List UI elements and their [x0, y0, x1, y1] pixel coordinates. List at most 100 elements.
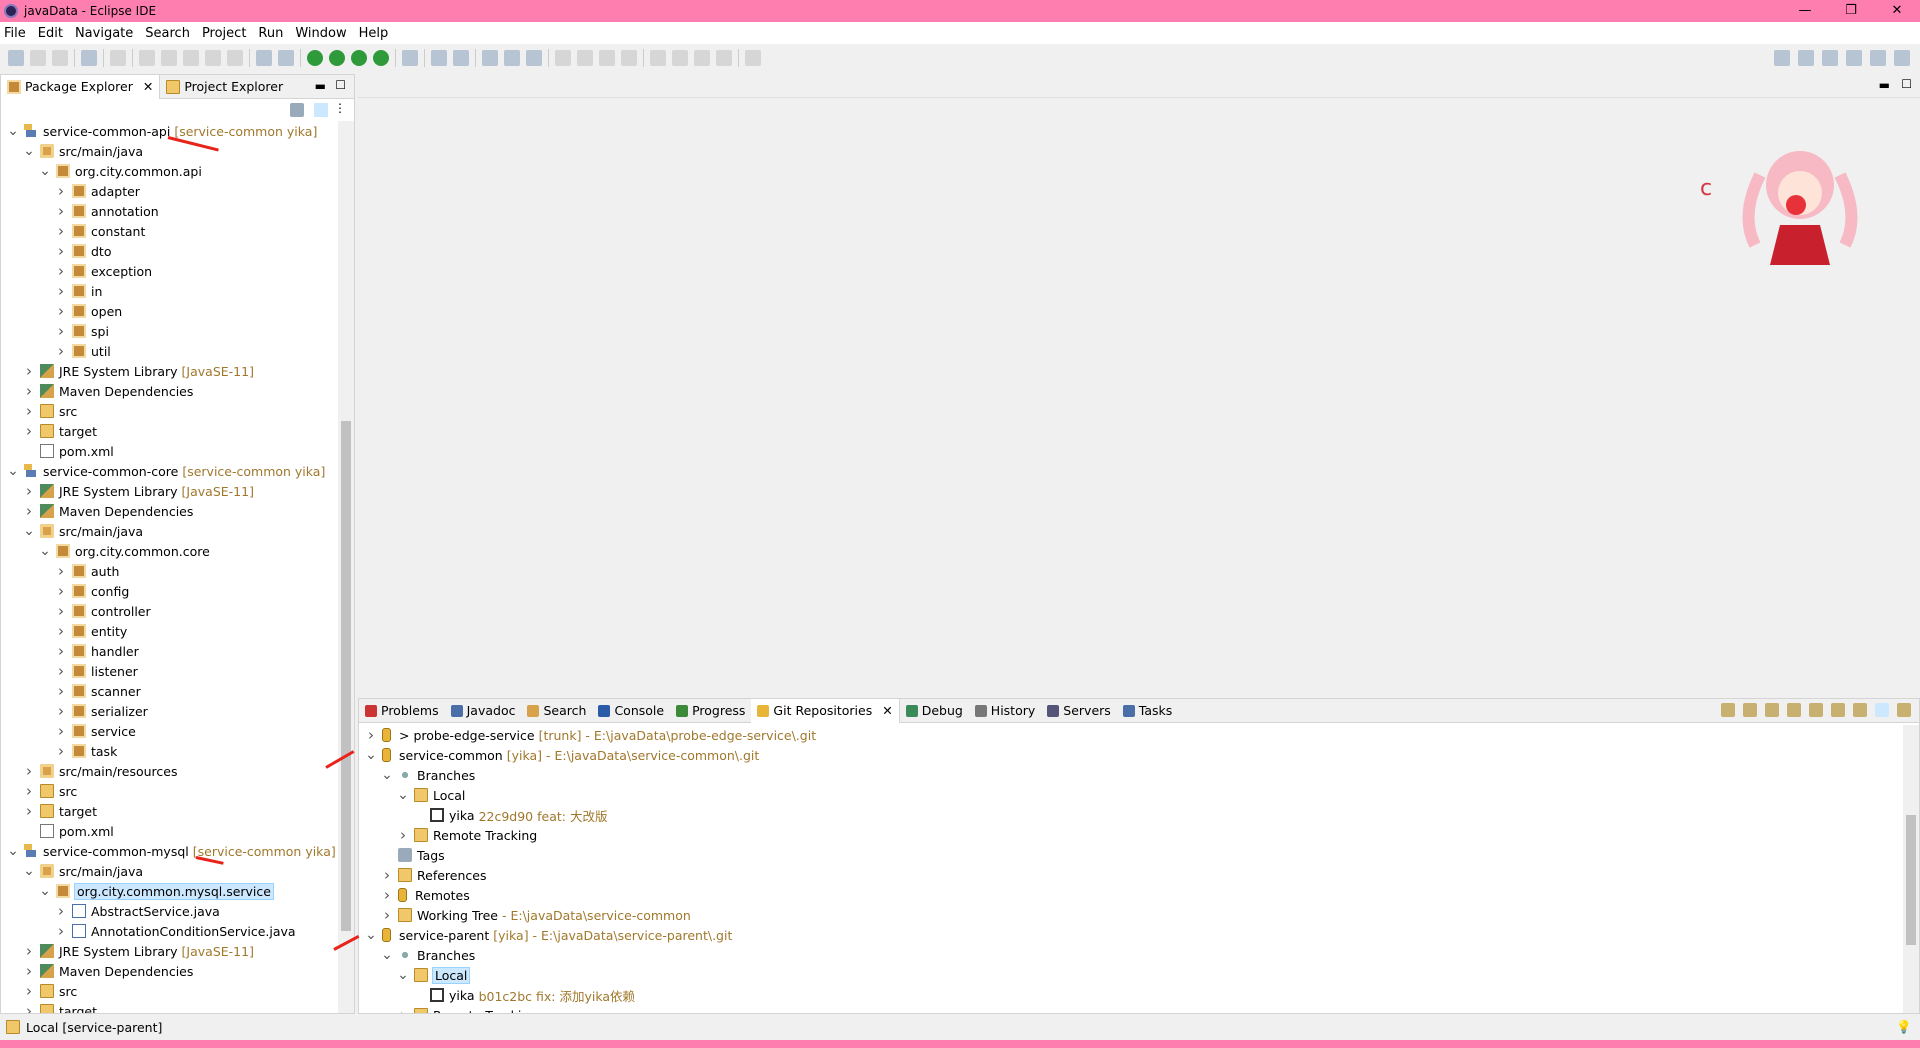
expand-chevron-icon[interactable]: ›	[53, 182, 69, 200]
git-toolbar-icon[interactable]	[1897, 703, 1911, 717]
toolbar-button-icon[interactable]	[526, 50, 542, 66]
expand-chevron-icon[interactable]: ›	[53, 922, 69, 940]
tree-item[interactable]: › service	[1, 721, 338, 741]
collapse-chevron-icon[interactable]: ⌄	[5, 464, 21, 478]
tab-tasks[interactable]: Tasks	[1117, 699, 1179, 723]
tree-item[interactable]: › listener	[1, 661, 338, 681]
tree-item[interactable]: › > probe-edge-service [trunk] - E:\javaDa…	[359, 725, 1903, 745]
tree-item[interactable]: › src/main/resources	[1, 761, 338, 781]
tree-item[interactable]: ⌄ Local	[359, 965, 1903, 985]
view-menu-icon[interactable]: ⋮	[334, 101, 346, 115]
tip-lightbulb-icon[interactable]: 💡	[1896, 1019, 1912, 1035]
tree-item[interactable]: ⌄ src/main/java	[1, 861, 338, 881]
tree-item[interactable]: › open	[1, 301, 338, 321]
toolbar-button-icon[interactable]	[30, 50, 46, 66]
tree-item[interactable]: › src	[1, 401, 338, 421]
expand-chevron-icon[interactable]: ›	[21, 982, 37, 1000]
git-toolbar-icon[interactable]	[1809, 703, 1823, 717]
menu-run[interactable]: Run	[258, 26, 283, 41]
menu-navigate[interactable]: Navigate	[75, 26, 133, 41]
toolbar-button-icon[interactable]	[139, 50, 155, 66]
collapse-chevron-icon[interactable]: ⌄	[21, 144, 37, 158]
expand-chevron-icon[interactable]: ›	[53, 682, 69, 700]
tree-item[interactable]: ⌄ Local	[359, 785, 1903, 805]
menu-file[interactable]: File	[4, 26, 26, 41]
collapse-all-icon[interactable]	[290, 103, 304, 117]
minimize-view-icon[interactable]: ▬	[315, 79, 326, 93]
tree-item[interactable]: › constant	[1, 221, 338, 241]
tree-item[interactable]: ⌄ org.city.common.core	[1, 541, 338, 561]
tree-item[interactable]: Tags	[359, 845, 1903, 865]
toolbar-button-icon[interactable]	[599, 50, 615, 66]
other-perspective-icon[interactable]	[1894, 50, 1910, 66]
expand-chevron-icon[interactable]: ›	[53, 282, 69, 300]
tree-item[interactable]: › Remote Tracking	[359, 825, 1903, 845]
tree-item[interactable]: › controller	[1, 601, 338, 621]
close-tab-icon[interactable]: ✕	[882, 703, 892, 718]
expand-chevron-icon[interactable]: ›	[21, 422, 37, 440]
expand-chevron-icon[interactable]: ›	[21, 1002, 37, 1013]
vertical-scrollbar[interactable]	[1903, 725, 1919, 1013]
tree-item[interactable]: › Remotes	[359, 885, 1903, 905]
open-perspective-icon[interactable]	[1798, 50, 1814, 66]
collapse-chevron-icon[interactable]: ⌄	[37, 884, 53, 898]
git-toolbar-icon[interactable]	[1743, 703, 1757, 717]
expand-chevron-icon[interactable]: ›	[379, 886, 395, 904]
tree-item[interactable]: › entity	[1, 621, 338, 641]
expand-chevron-icon[interactable]: ›	[53, 582, 69, 600]
tree-item[interactable]: › task	[1, 741, 338, 761]
collapse-chevron-icon[interactable]: ⌄	[37, 164, 53, 178]
tree-item[interactable]: › config	[1, 581, 338, 601]
tree-item[interactable]: › Maven Dependencies	[1, 501, 338, 521]
toolbar-button-icon[interactable]	[183, 50, 199, 66]
git-toolbar-icon[interactable]	[1787, 703, 1801, 717]
git-toolbar-icon[interactable]	[1875, 703, 1889, 717]
tree-item[interactable]: ⌄ service-common-core [service-common yika…	[1, 461, 338, 481]
toolbar-button-icon[interactable]	[110, 50, 126, 66]
expand-chevron-icon[interactable]: ›	[53, 262, 69, 280]
expand-chevron-icon[interactable]: ›	[53, 202, 69, 220]
collapse-chevron-icon[interactable]: ⌄	[379, 768, 395, 782]
expand-chevron-icon[interactable]: ›	[395, 1006, 411, 1013]
collapse-chevron-icon[interactable]: ⌄	[5, 124, 21, 138]
expand-chevron-icon[interactable]: ›	[53, 642, 69, 660]
toolbar-button-icon[interactable]	[672, 50, 688, 66]
close-button[interactable]: ✕	[1874, 0, 1920, 22]
expand-chevron-icon[interactable]: ›	[21, 962, 37, 980]
tree-item[interactable]: yika b01c2bc fix: 添加yika依赖	[359, 985, 1903, 1005]
tab-history[interactable]: History	[969, 699, 1041, 723]
expand-chevron-icon[interactable]: ›	[21, 482, 37, 500]
expand-chevron-icon[interactable]: ›	[53, 602, 69, 620]
tree-item[interactable]: › in	[1, 281, 338, 301]
maximize-view-icon[interactable]: ☐	[335, 78, 346, 92]
expand-chevron-icon[interactable]: ›	[21, 762, 37, 780]
expand-chevron-icon[interactable]: ›	[21, 942, 37, 960]
expand-chevron-icon[interactable]: ›	[395, 826, 411, 844]
tab-package-explorer[interactable]: Package Explorer ✕	[1, 74, 161, 99]
tree-item[interactable]: › AnnotationConditionService.java	[1, 921, 338, 941]
tree-item[interactable]: › adapter	[1, 181, 338, 201]
tree-item[interactable]: › Working Tree - E:\javaData\service-commo…	[359, 905, 1903, 925]
vertical-scrollbar[interactable]	[338, 121, 354, 1013]
expand-chevron-icon[interactable]: ›	[363, 726, 379, 744]
scrollbar-thumb[interactable]	[341, 421, 351, 931]
tree-item[interactable]: › target	[1, 421, 338, 441]
expand-chevron-icon[interactable]: ›	[53, 622, 69, 640]
tab-problems[interactable]: Problems	[359, 699, 445, 723]
menu-help[interactable]: Help	[359, 26, 389, 41]
tree-item[interactable]: › src	[1, 781, 338, 801]
expand-chevron-icon[interactable]: ›	[53, 562, 69, 580]
expand-chevron-icon[interactable]: ›	[53, 902, 69, 920]
toolbar-button-icon[interactable]	[453, 50, 469, 66]
git-toolbar-icon[interactable]	[1853, 703, 1867, 717]
tree-item[interactable]: ⌄ src/main/java	[1, 521, 338, 541]
tree-item[interactable]: › Maven Dependencies	[1, 381, 338, 401]
toolbar-button-icon[interactable]	[621, 50, 637, 66]
tree-item[interactable]: › exception	[1, 261, 338, 281]
toolbar-button-icon[interactable]	[482, 50, 498, 66]
menu-edit[interactable]: Edit	[38, 26, 63, 41]
collapse-chevron-icon[interactable]: ⌄	[395, 788, 411, 802]
git-toolbar-icon[interactable]	[1831, 703, 1845, 717]
toolbar-button-icon[interactable]	[694, 50, 710, 66]
toolbar-button-icon[interactable]	[373, 50, 389, 66]
